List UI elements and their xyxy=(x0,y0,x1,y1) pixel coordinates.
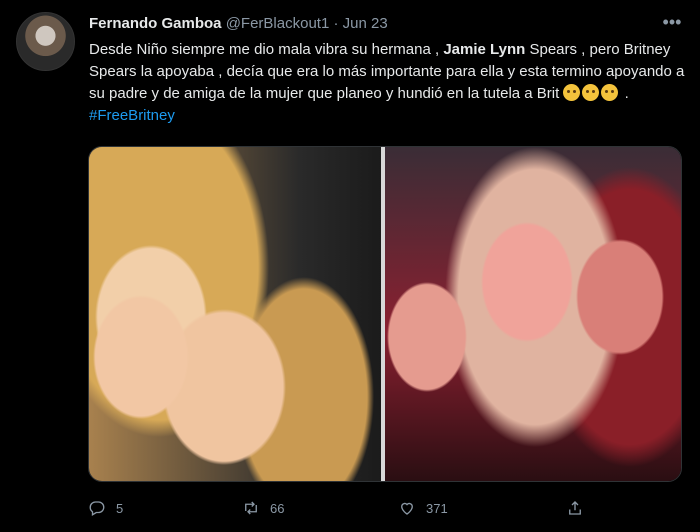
reply-count: 5 xyxy=(116,500,124,516)
share-icon xyxy=(569,501,581,515)
more-horizontal-icon[interactable]: ••• xyxy=(660,10,684,34)
tweet-media[interactable] xyxy=(88,146,682,482)
pleading-face-icon xyxy=(563,84,581,101)
media-photo-right[interactable] xyxy=(385,147,681,481)
retweet-count: 66 xyxy=(270,500,285,516)
pleading-face-icon xyxy=(582,84,600,101)
tweet-text-bold: Jamie Lynn xyxy=(443,41,526,58)
pleading-face-icon xyxy=(601,84,619,101)
like-button[interactable]: 371 xyxy=(398,492,448,524)
hashtag-link[interactable]: #FreeBritney xyxy=(89,107,175,124)
like-icon xyxy=(401,502,413,515)
header-separator: · xyxy=(333,15,339,32)
tweet-text-part: . xyxy=(620,85,629,102)
reply-button[interactable]: 5 xyxy=(88,492,123,524)
share-button[interactable] xyxy=(566,492,584,524)
tweet-header: Fernando Gamboa @FerBlackout1 · Jun 23 xyxy=(89,14,684,34)
reply-icon xyxy=(89,501,105,516)
tweet-text-part: Desde Niño siempre me dio mala vibra su … xyxy=(89,41,444,58)
author-handle[interactable]: @FerBlackout1 xyxy=(226,15,330,32)
tweet-text: Desde Niño siempre me dio mala vibra su … xyxy=(89,39,685,127)
media-photo-left[interactable] xyxy=(89,147,381,481)
author-name[interactable]: Fernando Gamboa xyxy=(89,15,222,32)
like-count: 371 xyxy=(426,500,448,516)
tweet-date[interactable]: Jun 23 xyxy=(343,15,388,32)
tweet[interactable]: Fernando Gamboa @FerBlackout1 · Jun 23 •… xyxy=(0,0,700,532)
retweet-button[interactable]: 66 xyxy=(242,492,284,524)
retweet-icon xyxy=(245,501,257,515)
tweet-actions: 5 66 371 xyxy=(88,492,680,524)
avatar[interactable] xyxy=(16,12,75,71)
